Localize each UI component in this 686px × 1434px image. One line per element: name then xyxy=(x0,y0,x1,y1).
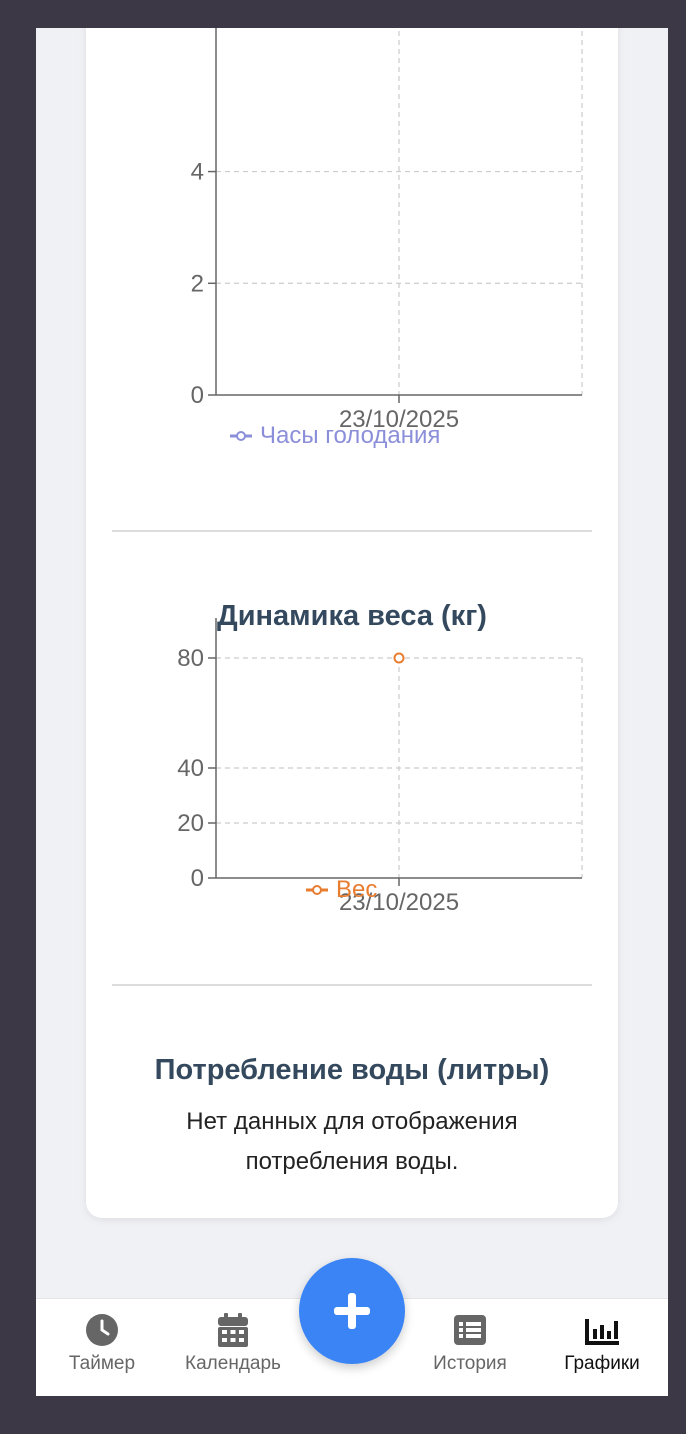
water-empty-text-line1: Нет данных для отображения xyxy=(186,1108,518,1135)
fasting-legend[interactable]: Часы голодания xyxy=(230,422,440,450)
nav-timer[interactable]: Таймер xyxy=(37,1313,167,1375)
weight-ytick-label: 80 xyxy=(177,645,204,672)
add-entry-button[interactable] xyxy=(299,1258,405,1364)
weight-ytick-label: 20 xyxy=(177,810,204,837)
plus-icon xyxy=(334,1293,370,1329)
fasting-ytick-label: 2 xyxy=(191,270,204,297)
nav-calendar[interactable]: Календарь xyxy=(168,1313,298,1375)
fasting-ytick-label: 0 xyxy=(191,382,204,409)
weight-legend-marker-icon xyxy=(306,885,328,895)
weight-chart-title: Динамика веса (кг) xyxy=(217,600,487,632)
fasting-legend-marker-icon xyxy=(230,431,252,441)
nav-timer-label: Таймер xyxy=(68,1353,136,1374)
weight-ytick-label: 0 xyxy=(191,865,204,892)
water-empty-text-line2: потребления воды. xyxy=(245,1148,459,1175)
nav-calendar-label: Календарь xyxy=(185,1353,281,1374)
weight-data-point xyxy=(393,652,405,664)
weight-ytick-label: 40 xyxy=(177,755,204,782)
fasting-hours-chart: 024723/10/2025 xyxy=(191,28,583,433)
weight-legend-label: Вес xyxy=(336,876,378,903)
water-chart-title: Потребление воды (литры) xyxy=(154,1054,550,1086)
weight-legend[interactable]: Вес xyxy=(306,876,377,904)
nav-history[interactable]: История xyxy=(405,1313,535,1375)
fasting-ytick-label: 4 xyxy=(191,159,204,186)
nav-history-label: История xyxy=(433,1353,507,1374)
fasting-legend-label: Часы голодания xyxy=(260,422,441,449)
divider xyxy=(112,984,592,986)
bar-chart-icon xyxy=(585,1319,619,1345)
nav-charts-label: Графики xyxy=(564,1353,640,1374)
divider xyxy=(112,530,592,532)
charts-card: 0 2 4 7 23/10/2025 Часы голодания Динамика в… xyxy=(86,28,618,1218)
app-viewport: 0 2 4 7 23/10/2025 Часы голодания Динамика в… xyxy=(36,28,668,1396)
nav-charts[interactable]: Графики xyxy=(537,1313,667,1375)
list-icon xyxy=(454,1315,486,1345)
calendar-icon xyxy=(218,1313,248,1347)
clock-icon xyxy=(86,1314,118,1346)
